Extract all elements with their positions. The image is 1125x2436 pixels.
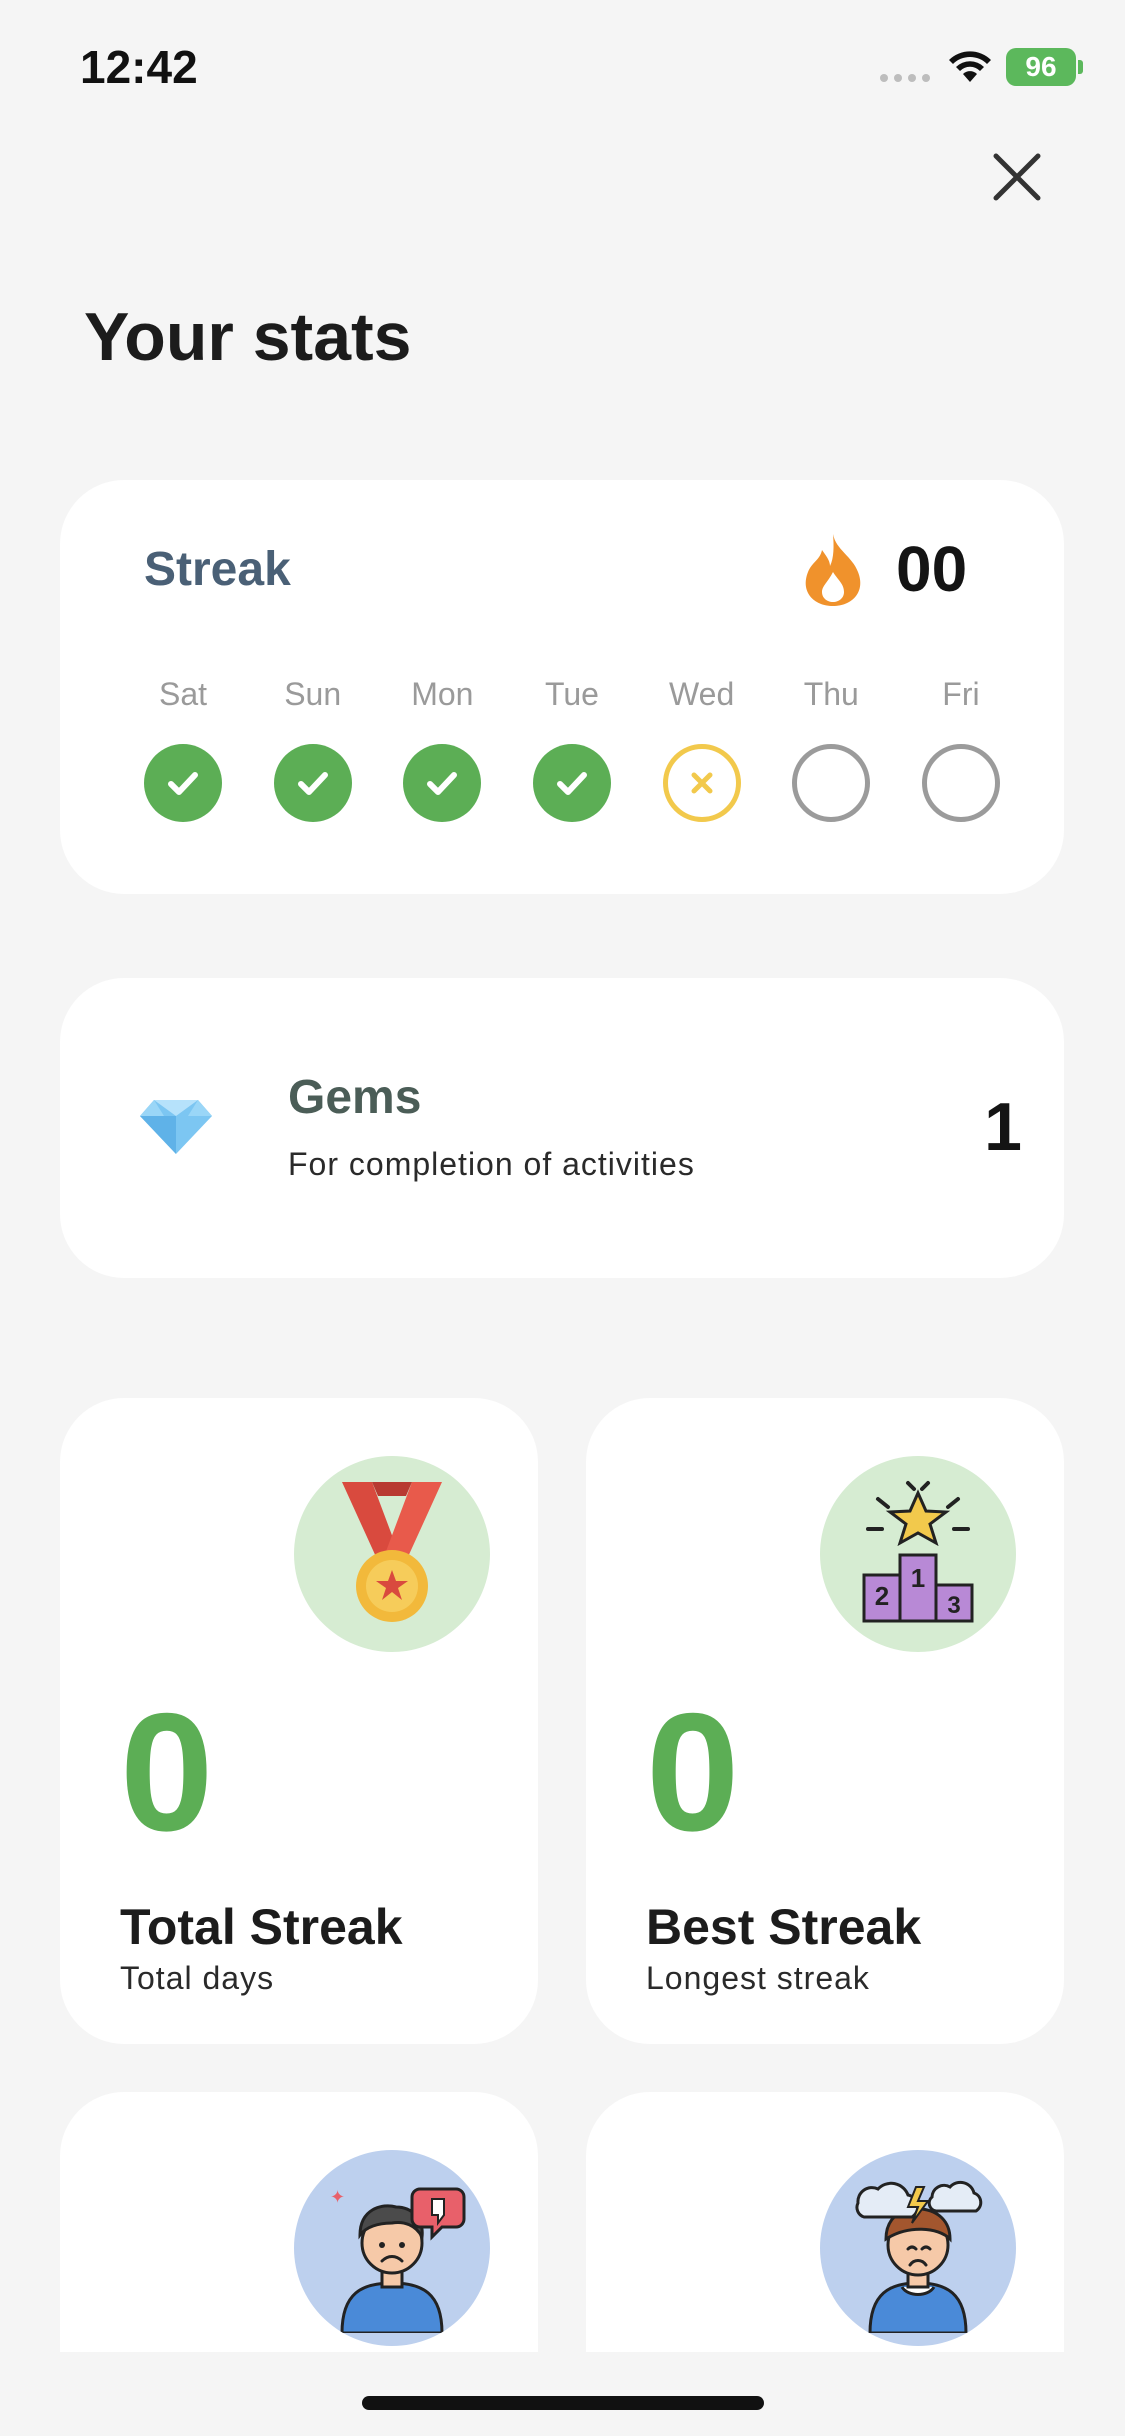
day-label: Mon	[411, 676, 474, 712]
total-streak-subtitle: Total days	[120, 1960, 275, 1996]
week-days: Sat Sun Mon Tue Wed Thu Fri	[144, 676, 1000, 822]
day-label: Sun	[284, 676, 342, 712]
stressed-card[interactable]	[586, 2092, 1064, 2352]
check-icon	[403, 744, 482, 822]
total-streak-title: Total Streak	[120, 1899, 403, 1955]
home-indicator[interactable]	[362, 2396, 764, 2410]
day-sun: Sun	[273, 676, 352, 822]
day-tue: Tue	[532, 676, 611, 822]
streak-label: Streak	[144, 543, 291, 596]
close-icon[interactable]	[990, 150, 1044, 204]
missed-x-icon	[662, 744, 741, 822]
disliked-card[interactable]: ✦	[60, 2092, 538, 2352]
day-sat: Sat	[144, 676, 222, 822]
wifi-icon	[949, 51, 991, 82]
page-title: Your stats	[84, 299, 412, 375]
medal-icon	[294, 1456, 490, 1652]
battery-level: 96	[1025, 51, 1057, 82]
check-icon	[273, 744, 352, 822]
empty-circle-icon	[792, 744, 871, 822]
diamond-icon	[140, 1100, 212, 1154]
check-icon	[144, 744, 222, 822]
stressed-person-icon	[820, 2150, 1016, 2346]
day-label: Tue	[544, 676, 599, 712]
battery-icon: 96	[1006, 48, 1076, 86]
check-icon	[532, 744, 611, 822]
svg-text:3: 3	[947, 1592, 960, 1619]
gems-subtitle: For completion of activities	[288, 1146, 695, 1182]
day-thu: Thu	[792, 676, 871, 822]
empty-circle-icon	[921, 744, 1000, 822]
gems-card[interactable]: Gems For completion of activities 1	[60, 978, 1064, 1278]
best-streak-subtitle: Longest streak	[646, 1960, 870, 1996]
best-streak-value: 0	[646, 1678, 740, 1866]
svg-text:✦: ✦	[330, 2187, 345, 2207]
status-time: 12:42	[80, 41, 198, 93]
day-label: Wed	[669, 676, 735, 712]
day-label: Sat	[158, 676, 208, 712]
total-streak-value: 0	[120, 1678, 214, 1866]
podium-icon: 1 2 3	[820, 1456, 1016, 1652]
cellular-signal-icon	[880, 74, 930, 82]
day-wed: Wed	[662, 676, 741, 822]
best-streak-card[interactable]: 1 2 3 0 Best Streak Longest streak	[586, 1398, 1064, 2044]
day-fri: Fri	[921, 676, 1000, 822]
streak-count: 00	[896, 533, 968, 605]
svg-text:1: 1	[911, 1563, 925, 1593]
streak-card[interactable]: Streak 00 Sat Sun Mon Tue Wed Thu Fri	[60, 480, 1064, 894]
gems-count: 1	[984, 1089, 1022, 1165]
battery-tip	[1078, 60, 1083, 74]
stats-screen: 12:42 96 Your stats Streak 00 Sat Sun Mo…	[0, 0, 1125, 2436]
day-mon: Mon	[403, 676, 482, 822]
flame-icon	[805, 534, 861, 606]
best-streak-title: Best Streak	[646, 1899, 922, 1955]
day-label: Thu	[803, 676, 859, 712]
disliked-person-icon: ✦	[294, 2150, 490, 2346]
gems-title: Gems	[288, 1071, 422, 1124]
svg-text:2: 2	[875, 1581, 889, 1611]
day-label: Fri	[942, 676, 980, 712]
total-streak-card[interactable]: 0 Total Streak Total days	[60, 1398, 538, 2044]
